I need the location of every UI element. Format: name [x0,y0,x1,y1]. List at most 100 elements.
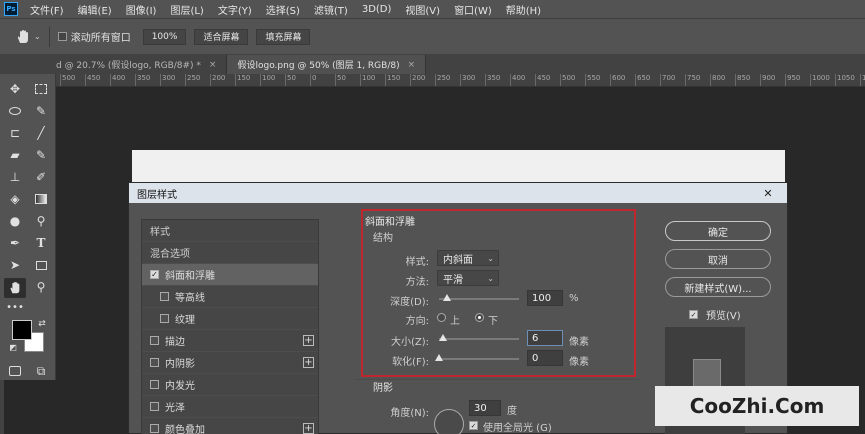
style-item[interactable]: 纹理 [142,308,318,330]
depth-input[interactable]: 100 [527,290,563,306]
menu-view[interactable]: 视图(V) [405,2,440,17]
brush-tool-icon[interactable]: ✎ [32,146,50,164]
menu-filter[interactable]: 滤镜(T) [314,2,348,17]
type-tool-icon[interactable]: T [32,234,50,252]
style-item[interactable]: 等高线 [142,286,318,308]
swap-colors-icon[interactable]: ⇄ [36,318,48,330]
new-style-button[interactable]: 新建样式(W)... [665,277,771,297]
menu-layer[interactable]: 图层(L) [170,2,203,17]
blur-tool-icon[interactable]: ● [6,212,24,230]
close-icon[interactable]: × [408,60,416,70]
screen-mode-icon[interactable]: ⧉ [32,362,50,380]
fit-screen-button[interactable]: 适合屏幕 [194,28,249,45]
preview-checkbox[interactable]: ✓ 预览(V) [689,307,741,322]
gradient-tool-icon[interactable] [32,190,50,208]
ok-button[interactable]: 确定 [665,221,771,241]
menu-type[interactable]: 文字(Y) [218,2,252,17]
soften-slider-thumb[interactable] [435,354,443,361]
quick-selection-tool-icon[interactable]: ✎ [32,102,50,120]
style-checkbox[interactable] [150,358,159,367]
style-item[interactable]: 混合选项 [142,242,318,264]
hand-tool-icon[interactable] [4,278,26,298]
canvas-document[interactable] [132,150,785,184]
style-checkbox[interactable] [150,380,159,389]
move-tool-icon[interactable]: ✥ [6,80,24,98]
add-icon[interactable]: + [303,423,314,434]
menu-select[interactable]: 选择(S) [266,2,300,17]
direction-down-radio[interactable] [475,313,484,322]
scroll-all-windows-checkbox[interactable]: 滚动所有窗口 [57,29,131,44]
preview-check-box[interactable]: ✓ [689,310,698,319]
depth-slider[interactable] [439,298,519,300]
path-selection-tool-icon[interactable]: ➤ [6,256,24,274]
style-item[interactable]: 光泽 [142,396,318,418]
add-icon[interactable]: + [303,357,314,368]
style-item-label: 光泽 [165,403,185,414]
size-slider[interactable] [439,338,519,340]
cancel-button[interactable]: 取消 [665,249,771,269]
style-checkbox[interactable] [160,314,169,323]
style-item[interactable]: 内阴影 + [142,352,318,374]
soften-input[interactable]: 0 [527,350,563,366]
ruler-tick: 1050 [835,74,855,86]
angle-dial[interactable] [434,409,464,434]
style-item[interactable]: 描边 + [142,330,318,352]
menu-3d[interactable]: 3D(D) [362,4,392,15]
zoom-100-button[interactable]: 100% [142,28,187,45]
history-brush-tool-icon[interactable]: ✐ [32,168,50,186]
menu-edit[interactable]: 编辑(E) [78,2,112,17]
watermark: CooZhi.Com [655,386,859,426]
close-icon[interactable]: × [209,60,217,70]
tab-document-2[interactable]: 假设logo.png @ 50% (图层 1, RGB/8) × [227,55,427,74]
tab-label: d @ 20.7% (假设logo, RGB/8#) * [56,61,201,71]
quick-mask-icon[interactable] [6,362,24,380]
zoom-tool-icon[interactable]: ⚲ [32,278,50,296]
menu-window[interactable]: 窗口(W) [454,2,492,17]
eraser-tool-icon[interactable]: ◈ [6,190,24,208]
style-item-label: 混合选项 [150,249,190,260]
style-item[interactable]: 颜色叠加 + [142,418,318,434]
style-checkbox[interactable]: ✓ [150,270,159,279]
technique-select[interactable]: 平滑 ⌄ [437,270,499,286]
global-light-checkbox[interactable]: ✓ [469,421,478,430]
dodge-tool-icon[interactable]: ⚲ [32,212,50,230]
healing-brush-tool-icon[interactable]: ▰ [6,146,24,164]
structure-title: 结构 [373,233,393,244]
tab-document-1[interactable]: d @ 20.7% (假设logo, RGB/8#) * × [0,55,228,74]
eyedropper-tool-icon[interactable]: ╱ [32,124,50,142]
tool-preset-chevron-icon[interactable]: ⌄ [34,32,41,41]
style-item[interactable]: 样式 [142,220,318,242]
style-checkbox[interactable] [150,336,159,345]
style-checkbox[interactable] [160,292,169,301]
direction-up-radio[interactable] [437,313,446,322]
style-checkbox[interactable] [150,402,159,411]
menu-file[interactable]: 文件(F) [30,2,64,17]
style-checkbox[interactable] [150,424,159,433]
crop-tool-icon[interactable]: ⊏ [6,124,24,142]
marquee-tool-icon[interactable] [32,80,50,98]
style-item[interactable]: 内发光 [142,374,318,396]
menu-image[interactable]: 图像(I) [126,2,157,17]
size-slider-thumb[interactable] [439,334,447,341]
close-icon[interactable]: ✕ [761,187,775,200]
pen-tool-icon[interactable]: ✒ [6,234,24,252]
menu-help[interactable]: 帮助(H) [506,2,541,17]
soften-slider[interactable] [439,358,519,360]
styles-list: 样式混合选项 ✓ 斜面和浮雕 等高线 纹理 描边 + 内阴影 + 内发光光泽颜色叠加 + [141,219,319,434]
default-colors-icon[interactable]: ◩ [8,342,18,352]
lasso-tool-icon[interactable] [6,102,24,120]
depth-slider-thumb[interactable] [443,294,451,301]
more-tools-icon[interactable]: ••• [6,298,24,316]
checkbox-box[interactable] [57,32,67,41]
angle-input[interactable]: 30 [469,400,501,416]
clone-stamp-tool-icon[interactable]: ⊥ [6,168,24,186]
hand-tool-icon[interactable] [14,28,32,46]
style-item[interactable]: ✓ 斜面和浮雕 [142,264,318,286]
size-input[interactable]: 6 [527,330,563,346]
rectangle-tool-icon[interactable] [32,256,50,274]
depth-unit: % [569,293,579,304]
style-select[interactable]: 内斜面 ⌄ [437,250,499,266]
foreground-color-swatch[interactable] [12,320,32,340]
fill-screen-button[interactable]: 填充屏幕 [256,28,311,45]
add-icon[interactable]: + [303,335,314,346]
